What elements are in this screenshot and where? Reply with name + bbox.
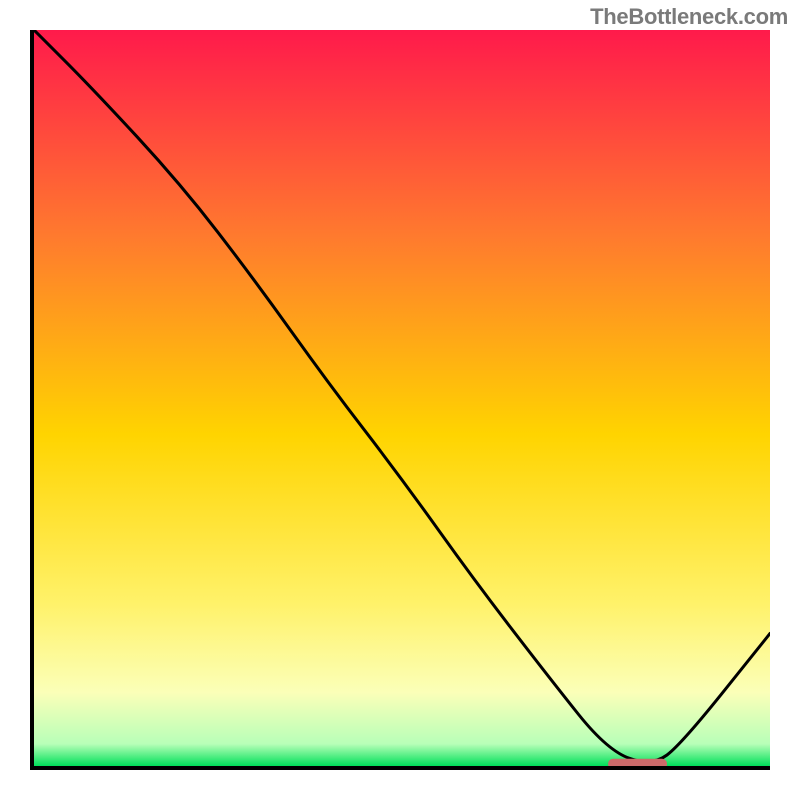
plot-svg <box>34 30 770 766</box>
watermark-text: TheBottleneck.com <box>590 4 788 30</box>
plot-area <box>34 30 770 766</box>
chart-container: TheBottleneck.com <box>0 0 800 800</box>
gradient-background <box>34 30 770 766</box>
optimal-marker-bar <box>608 759 667 766</box>
